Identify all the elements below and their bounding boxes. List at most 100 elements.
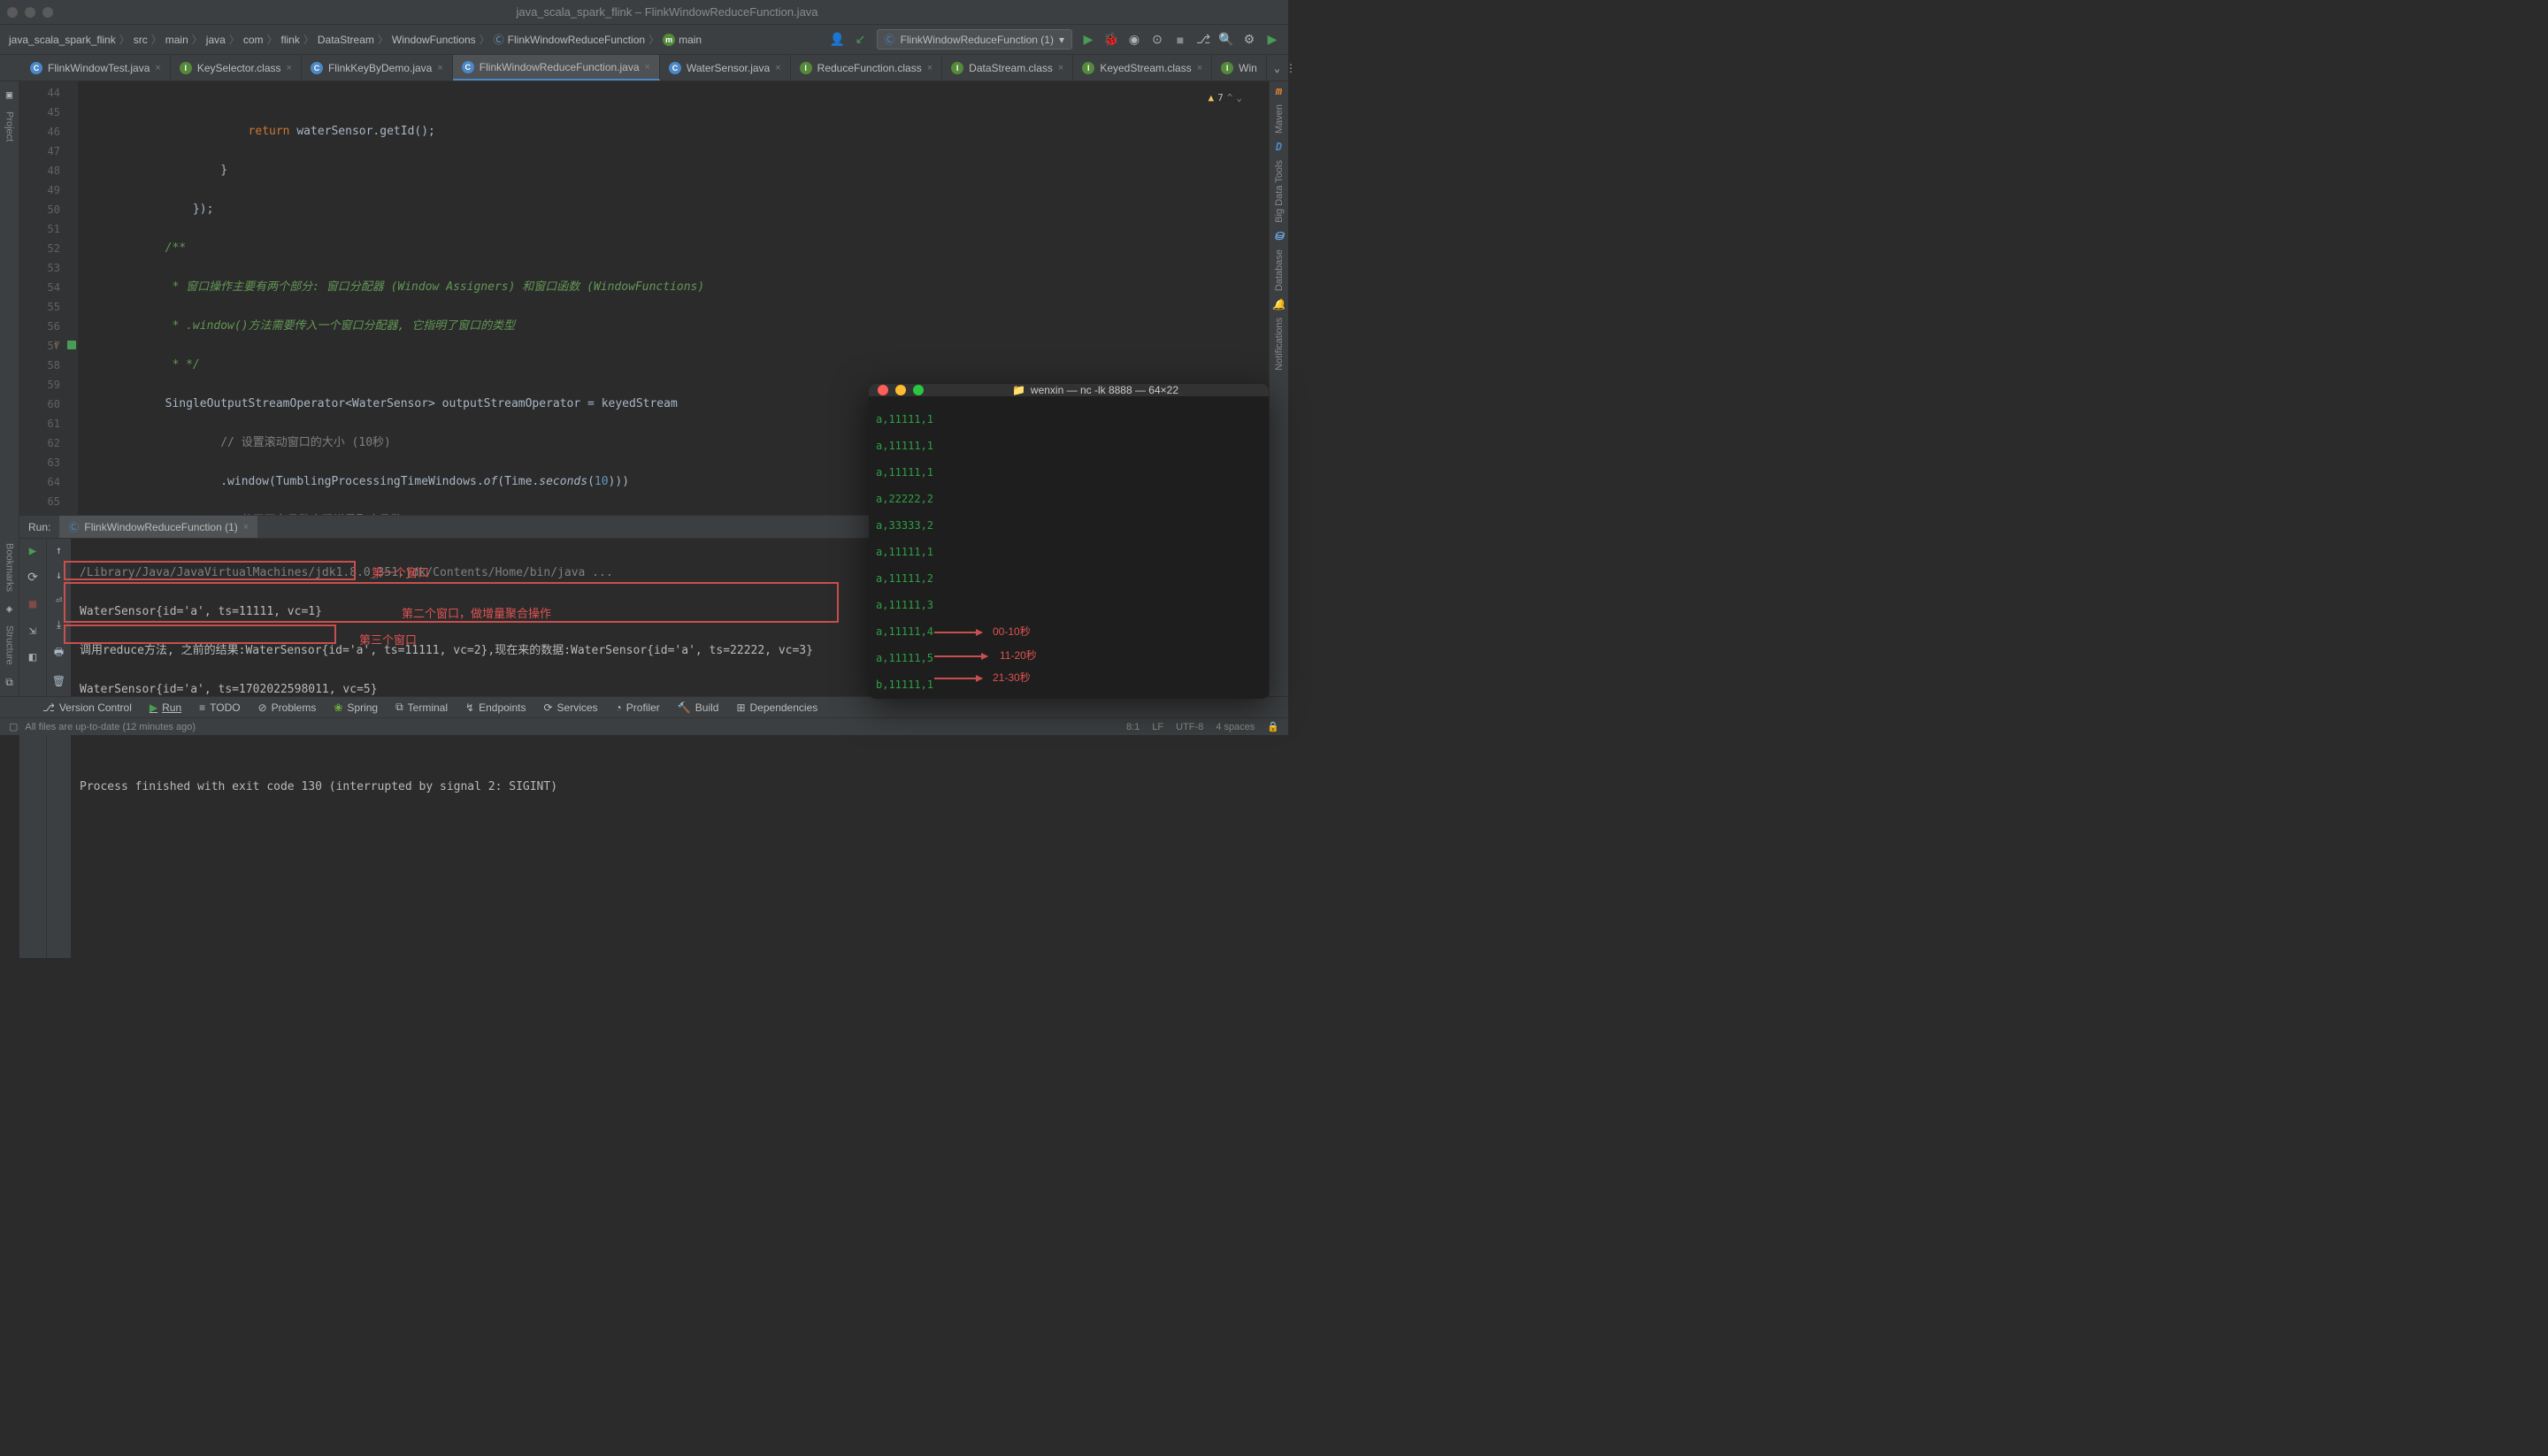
- problems-button[interactable]: ⊘Problems: [258, 701, 317, 714]
- layout-icon[interactable]: ⇲: [26, 624, 40, 638]
- chevron-up-icon[interactable]: ^: [1227, 88, 1233, 108]
- dependencies-button[interactable]: ⊞Dependencies: [736, 701, 817, 714]
- services-button[interactable]: ⟳Services: [543, 701, 597, 714]
- run-icon[interactable]: ▶: [1081, 33, 1095, 47]
- tab-watersensor[interactable]: CWaterSensor.java×: [660, 55, 791, 80]
- terminal-body[interactable]: a,11111,1 a,11111,1 a,11111,1 a,22222,2 …: [869, 396, 1269, 699]
- run-tab[interactable]: Ⓒ FlinkWindowReduceFunction (1) ×: [59, 516, 257, 538]
- folder-icon[interactable]: ▣: [6, 88, 12, 101]
- profile-icon[interactable]: ⊙: [1150, 33, 1164, 47]
- tab-flinkwindowtest[interactable]: CFlinkWindowTest.java×: [21, 55, 171, 80]
- minimize-window-icon[interactable]: [25, 7, 35, 18]
- tab-keyselector[interactable]: IKeySelector.class×: [171, 55, 302, 80]
- chevron-down-icon[interactable]: ⌄: [1236, 88, 1242, 108]
- close-icon[interactable]: ×: [243, 522, 249, 533]
- gutter[interactable]: 44 45 46 47 48 49 50 51 52 53 54 55 56 5…: [19, 81, 78, 515]
- gear-icon[interactable]: ⚙: [1242, 33, 1256, 47]
- trash-icon[interactable]: 🗑: [52, 675, 65, 687]
- override-gutter-icon[interactable]: 57↑: [19, 336, 60, 356]
- search-icon[interactable]: 🔍: [1219, 33, 1233, 47]
- close-icon[interactable]: ×: [775, 63, 780, 73]
- encoding[interactable]: UTF-8: [1176, 722, 1203, 732]
- print-icon[interactable]: 🖶: [54, 644, 64, 663]
- more-icon[interactable]: ⋮: [1286, 62, 1296, 74]
- tab-keyedstream[interactable]: IKeyedStream.class×: [1073, 55, 1212, 80]
- maximize-window-icon[interactable]: [42, 7, 53, 18]
- bigdata-icon[interactable]: D: [1276, 141, 1282, 153]
- branch-icon[interactable]: ⎇: [1196, 33, 1210, 47]
- down-icon[interactable]: ↓: [56, 569, 62, 581]
- close-icon[interactable]: ×: [437, 63, 442, 73]
- close-icon[interactable]: ×: [287, 63, 292, 73]
- sidebar-project[interactable]: Project: [4, 111, 15, 142]
- sidebar-bigdata[interactable]: Big Data Tools: [1274, 160, 1285, 223]
- window-controls[interactable]: [7, 7, 53, 18]
- sidebar-maven[interactable]: Maven: [1274, 104, 1285, 134]
- attach-icon[interactable]: ⟳: [26, 571, 40, 585]
- scroll-icon[interactable]: ⤓: [57, 618, 61, 632]
- close-icon[interactable]: ×: [1058, 63, 1063, 73]
- sidebar-bookmarks[interactable]: Bookmarks: [4, 543, 15, 592]
- breadcrumb-item[interactable]: FlinkWindowReduceFunction: [508, 34, 645, 46]
- sidebar-database[interactable]: Database: [1274, 249, 1285, 291]
- close-icon[interactable]: ×: [1197, 63, 1202, 73]
- tab-datastream[interactable]: IDataStream.class×: [942, 55, 1073, 80]
- profiler-button[interactable]: ◔Profiler: [616, 701, 660, 714]
- inspection-badge[interactable]: ▲7 ^ ⌄: [1209, 88, 1243, 108]
- bookmark-icon[interactable]: ◈: [6, 602, 12, 615]
- tab-reducefunction[interactable]: IReduceFunction.class×: [791, 55, 943, 80]
- maximize-window-icon[interactable]: [913, 385, 924, 395]
- breadcrumb-item[interactable]: flink: [281, 34, 300, 46]
- tabs-overflow[interactable]: ⌄⋮: [1267, 55, 1303, 80]
- breadcrumb-item[interactable]: WindowFunctions: [392, 34, 476, 46]
- cursor-position[interactable]: 8:1: [1126, 722, 1140, 732]
- camera-icon[interactable]: ◧: [26, 650, 40, 664]
- database-icon[interactable]: ⛁: [1274, 230, 1283, 242]
- terminal-window[interactable]: 📁wenxin — nc -lk 8888 — 64×22 a,11111,1 …: [869, 384, 1269, 699]
- close-window-icon[interactable]: [878, 385, 888, 395]
- wrap-icon[interactable]: ⏎: [56, 594, 62, 606]
- breadcrumb-item[interactable]: src: [134, 34, 148, 46]
- endpoints-button[interactable]: ↯Endpoints: [465, 701, 526, 714]
- breadcrumb-item[interactable]: java_scala_spark_flink: [9, 34, 116, 46]
- line-separator[interactable]: LF: [1152, 722, 1163, 732]
- sidebar-notifications[interactable]: Notifications: [1274, 318, 1285, 371]
- breadcrumb-item[interactable]: main: [679, 34, 702, 46]
- structure-icon[interactable]: ⧉: [5, 676, 13, 689]
- debug-icon[interactable]: 🐞: [1104, 33, 1118, 47]
- up-icon[interactable]: ↑: [56, 544, 62, 556]
- indent[interactable]: 4 spaces: [1216, 722, 1255, 732]
- breadcrumb-item[interactable]: java: [206, 34, 226, 46]
- hammer-icon[interactable]: ↙: [854, 33, 868, 47]
- lock-icon[interactable]: 🔒: [1267, 721, 1279, 732]
- run-button[interactable]: ▶Run: [150, 701, 181, 714]
- user-icon[interactable]: 👤: [831, 33, 845, 47]
- minimize-window-icon[interactable]: [895, 385, 906, 395]
- rerun-icon[interactable]: ▶: [26, 544, 40, 558]
- breadcrumb[interactable]: java_scala_spark_flink〉 src〉 main〉 java〉…: [9, 32, 831, 47]
- coverage-icon[interactable]: ◉: [1127, 33, 1141, 47]
- breadcrumb-item[interactable]: DataStream: [318, 34, 374, 46]
- close-icon[interactable]: ×: [155, 63, 160, 73]
- close-icon[interactable]: ×: [645, 62, 650, 73]
- spring-button[interactable]: ❀Spring: [334, 701, 378, 714]
- maven-icon[interactable]: m: [1276, 85, 1282, 97]
- run-config-dropdown[interactable]: Ⓒ FlinkWindowReduceFunction (1) ▾: [877, 29, 1072, 50]
- tab-flinkwindowreducefunction[interactable]: CFlinkWindowReduceFunction.java×: [453, 55, 660, 80]
- build-button[interactable]: 🔨Build: [678, 701, 719, 714]
- tab-flinkkeybydemo[interactable]: CFlinkKeyByDemo.java×: [302, 55, 453, 80]
- version-control-button[interactable]: ⎇Version Control: [42, 701, 132, 714]
- close-icon[interactable]: ×: [927, 63, 932, 73]
- stop-icon[interactable]: ■: [1173, 33, 1187, 47]
- sidebar-structure[interactable]: Structure: [4, 625, 15, 665]
- todo-button[interactable]: ≡TODO: [199, 701, 240, 714]
- stop-icon[interactable]: ■: [26, 597, 40, 611]
- tab-win[interactable]: IWin: [1212, 55, 1267, 80]
- tool-window-icon[interactable]: ▢: [9, 721, 18, 732]
- terminal-button[interactable]: ⧉Terminal: [395, 701, 448, 714]
- breadcrumb-item[interactable]: main: [165, 34, 188, 46]
- close-window-icon[interactable]: [7, 7, 18, 18]
- play-icon[interactable]: ▶: [1265, 33, 1279, 47]
- notifications-icon[interactable]: 🔔: [1272, 298, 1286, 310]
- breadcrumb-item[interactable]: com: [243, 34, 264, 46]
